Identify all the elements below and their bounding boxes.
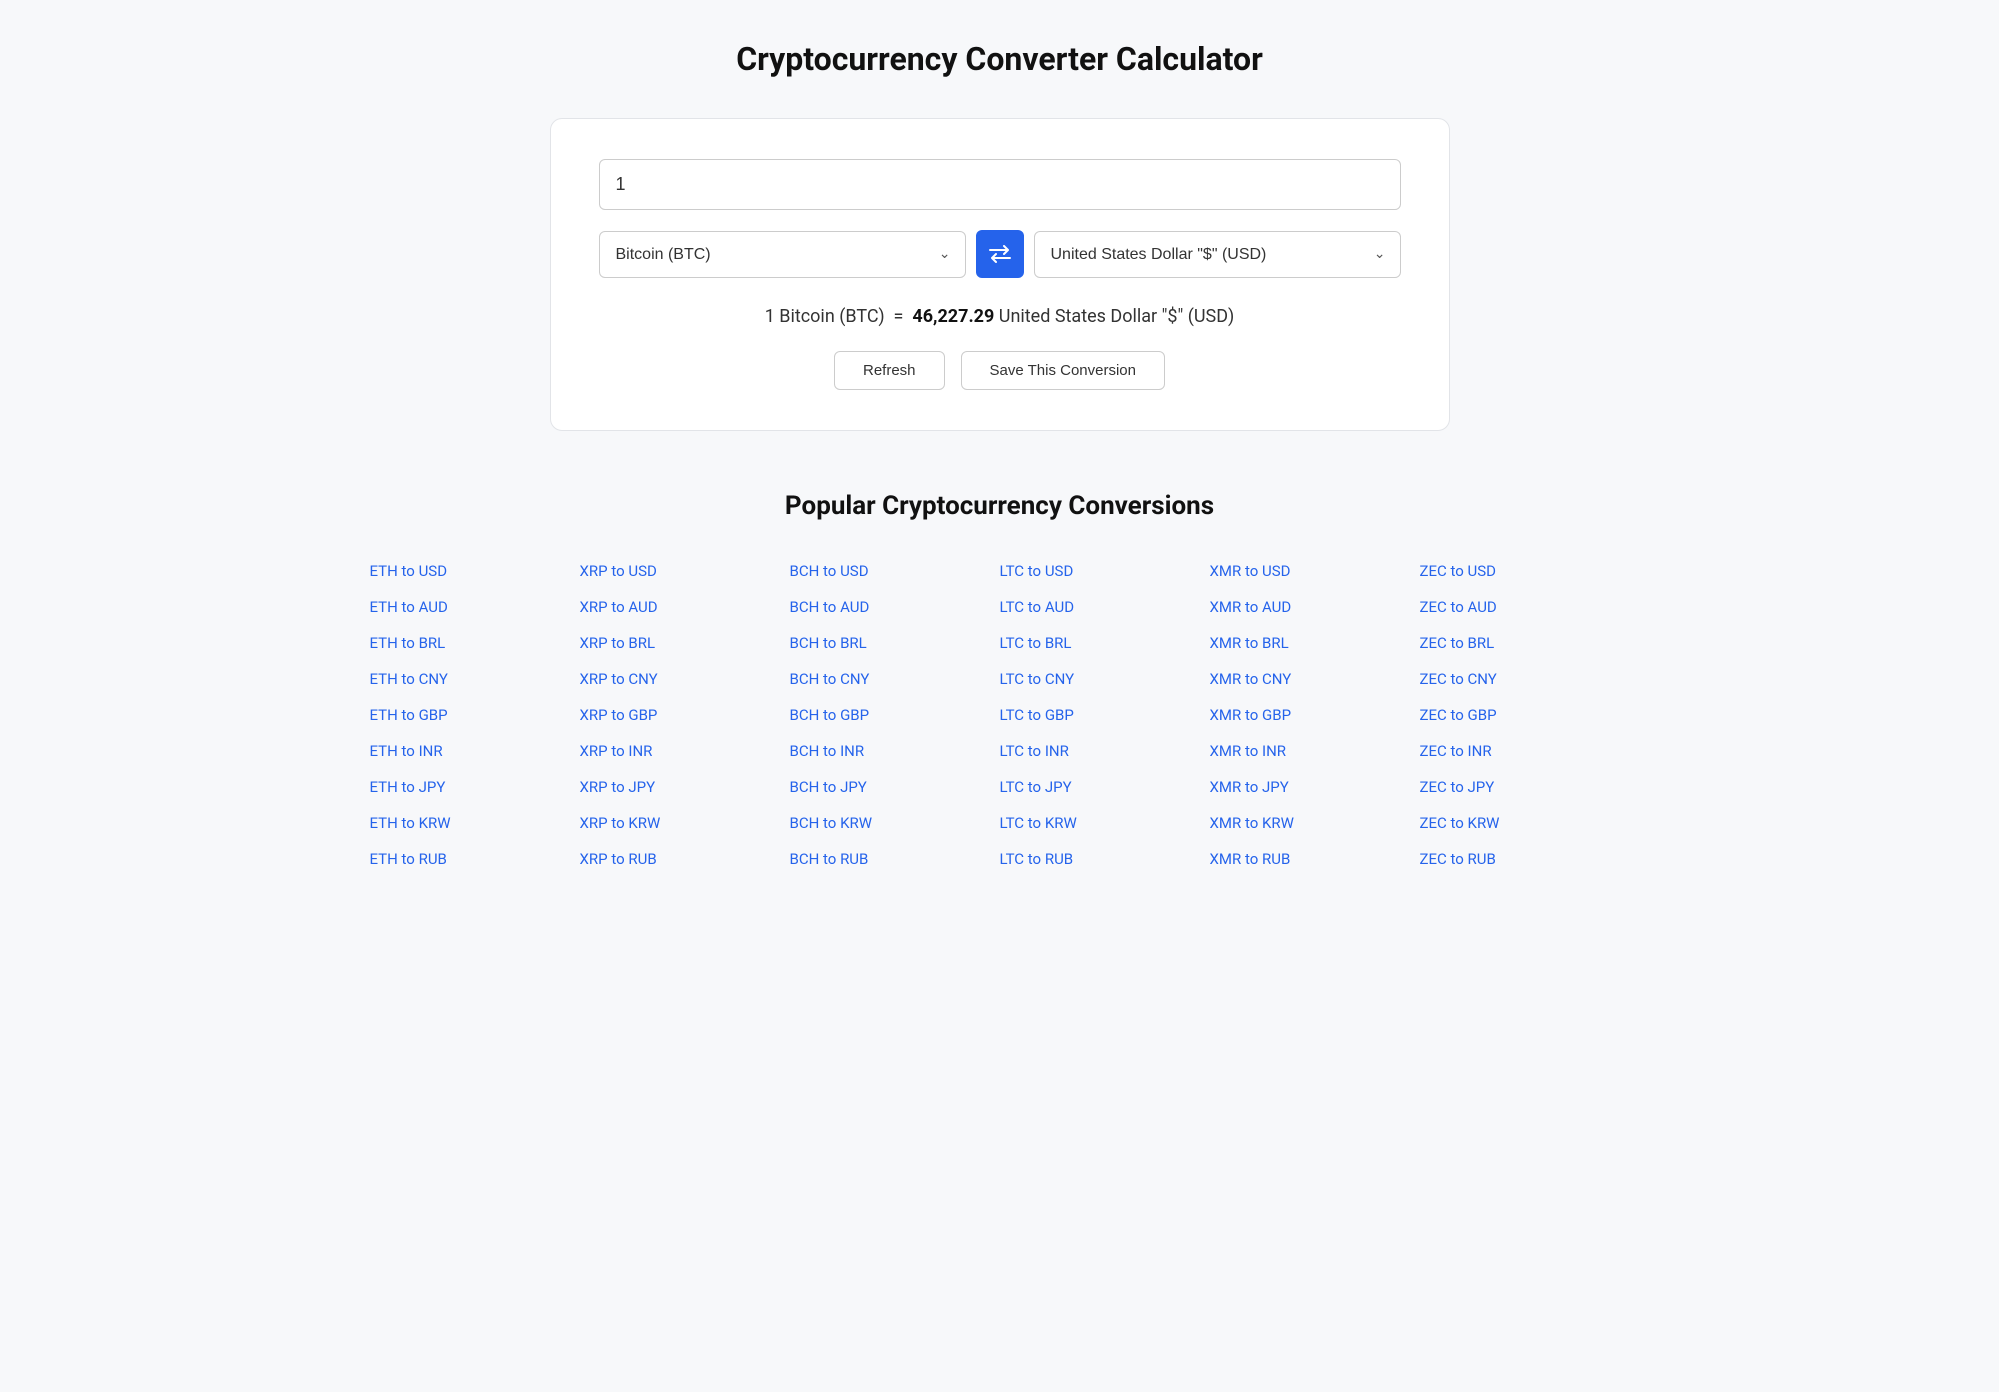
- result-value: 46,227.29: [912, 306, 994, 327]
- conversion-link[interactable]: XRP to CNY: [580, 665, 790, 693]
- actions-row: Refresh Save This Conversion: [599, 351, 1401, 390]
- conversion-link[interactable]: ZEC to GBP: [1420, 701, 1630, 729]
- result-from-text: 1 Bitcoin (BTC): [765, 306, 885, 327]
- conversion-link[interactable]: BCH to AUD: [790, 593, 1000, 621]
- conversion-link[interactable]: ZEC to BRL: [1420, 629, 1630, 657]
- popular-title: Popular Cryptocurrency Conversions: [370, 491, 1630, 521]
- conversion-link[interactable]: XMR to JPY: [1210, 773, 1420, 801]
- conversion-link[interactable]: LTC to JPY: [1000, 773, 1210, 801]
- converter-card: Bitcoin (BTC) Ethereum (ETH) Ripple (XRP…: [550, 118, 1450, 431]
- conversion-link[interactable]: LTC to RUB: [1000, 845, 1210, 873]
- swap-icon: [989, 245, 1011, 263]
- conversion-link[interactable]: LTC to USD: [1000, 557, 1210, 585]
- page-title: Cryptocurrency Converter Calculator: [20, 40, 1979, 78]
- conversion-link[interactable]: BCH to RUB: [790, 845, 1000, 873]
- conversion-link[interactable]: XMR to RUB: [1210, 845, 1420, 873]
- conversion-link[interactable]: XRP to RUB: [580, 845, 790, 873]
- conversion-link[interactable]: ZEC to KRW: [1420, 809, 1630, 837]
- from-currency-select[interactable]: Bitcoin (BTC) Ethereum (ETH) Ripple (XRP…: [600, 232, 965, 277]
- conversion-link[interactable]: BCH to CNY: [790, 665, 1000, 693]
- conversion-link[interactable]: ZEC to RUB: [1420, 845, 1630, 873]
- to-currency-wrapper: United States Dollar "$" (USD) Euro (EUR…: [1034, 231, 1401, 278]
- conversion-link[interactable]: XRP to USD: [580, 557, 790, 585]
- conversion-link[interactable]: ETH to INR: [370, 737, 580, 765]
- conversion-link[interactable]: ETH to RUB: [370, 845, 580, 873]
- from-currency-wrapper: Bitcoin (BTC) Ethereum (ETH) Ripple (XRP…: [599, 231, 966, 278]
- conversion-link[interactable]: XRP to INR: [580, 737, 790, 765]
- conversion-link[interactable]: XMR to INR: [1210, 737, 1420, 765]
- conversion-link[interactable]: LTC to CNY: [1000, 665, 1210, 693]
- refresh-button[interactable]: Refresh: [834, 351, 945, 390]
- swap-button[interactable]: [976, 230, 1024, 278]
- conversion-link[interactable]: BCH to USD: [790, 557, 1000, 585]
- conversion-link[interactable]: XMR to CNY: [1210, 665, 1420, 693]
- conversions-grid: ETH to USDXRP to USDBCH to USDLTC to USD…: [370, 557, 1630, 873]
- conversion-link[interactable]: ZEC to INR: [1420, 737, 1630, 765]
- result-row: 1 Bitcoin (BTC) = 46,227.29 United State…: [599, 306, 1401, 327]
- conversion-link[interactable]: ETH to CNY: [370, 665, 580, 693]
- conversion-link[interactable]: XMR to USD: [1210, 557, 1420, 585]
- conversion-link[interactable]: ZEC to AUD: [1420, 593, 1630, 621]
- popular-section: Popular Cryptocurrency Conversions ETH t…: [350, 491, 1650, 873]
- conversion-link[interactable]: LTC to KRW: [1000, 809, 1210, 837]
- result-unit: United States Dollar "$" (USD): [999, 306, 1235, 327]
- to-currency-select[interactable]: United States Dollar "$" (USD) Euro (EUR…: [1035, 232, 1400, 277]
- conversion-link[interactable]: LTC to AUD: [1000, 593, 1210, 621]
- conversion-link[interactable]: LTC to INR: [1000, 737, 1210, 765]
- conversion-link[interactable]: ETH to KRW: [370, 809, 580, 837]
- conversion-link[interactable]: XMR to AUD: [1210, 593, 1420, 621]
- conversion-link[interactable]: ETH to BRL: [370, 629, 580, 657]
- conversion-link[interactable]: XRP to GBP: [580, 701, 790, 729]
- amount-input[interactable]: [599, 159, 1401, 210]
- conversion-link[interactable]: BCH to BRL: [790, 629, 1000, 657]
- save-conversion-button[interactable]: Save This Conversion: [961, 351, 1165, 390]
- conversion-link[interactable]: ETH to JPY: [370, 773, 580, 801]
- selectors-row: Bitcoin (BTC) Ethereum (ETH) Ripple (XRP…: [599, 230, 1401, 278]
- conversion-link[interactable]: BCH to JPY: [790, 773, 1000, 801]
- conversion-link[interactable]: XRP to AUD: [580, 593, 790, 621]
- conversion-link[interactable]: XRP to JPY: [580, 773, 790, 801]
- conversion-link[interactable]: XMR to GBP: [1210, 701, 1420, 729]
- result-equals: =: [889, 306, 912, 327]
- conversion-link[interactable]: ETH to GBP: [370, 701, 580, 729]
- conversion-link[interactable]: ZEC to JPY: [1420, 773, 1630, 801]
- conversion-link[interactable]: XMR to KRW: [1210, 809, 1420, 837]
- conversion-link[interactable]: LTC to GBP: [1000, 701, 1210, 729]
- conversion-link[interactable]: BCH to KRW: [790, 809, 1000, 837]
- conversion-link[interactable]: XRP to BRL: [580, 629, 790, 657]
- conversion-link[interactable]: BCH to GBP: [790, 701, 1000, 729]
- conversion-link[interactable]: ETH to USD: [370, 557, 580, 585]
- conversion-link[interactable]: ZEC to CNY: [1420, 665, 1630, 693]
- conversion-link[interactable]: ETH to AUD: [370, 593, 580, 621]
- conversion-link[interactable]: LTC to BRL: [1000, 629, 1210, 657]
- conversion-link[interactable]: ZEC to USD: [1420, 557, 1630, 585]
- conversion-link[interactable]: BCH to INR: [790, 737, 1000, 765]
- conversion-link[interactable]: XMR to BRL: [1210, 629, 1420, 657]
- conversion-link[interactable]: XRP to KRW: [580, 809, 790, 837]
